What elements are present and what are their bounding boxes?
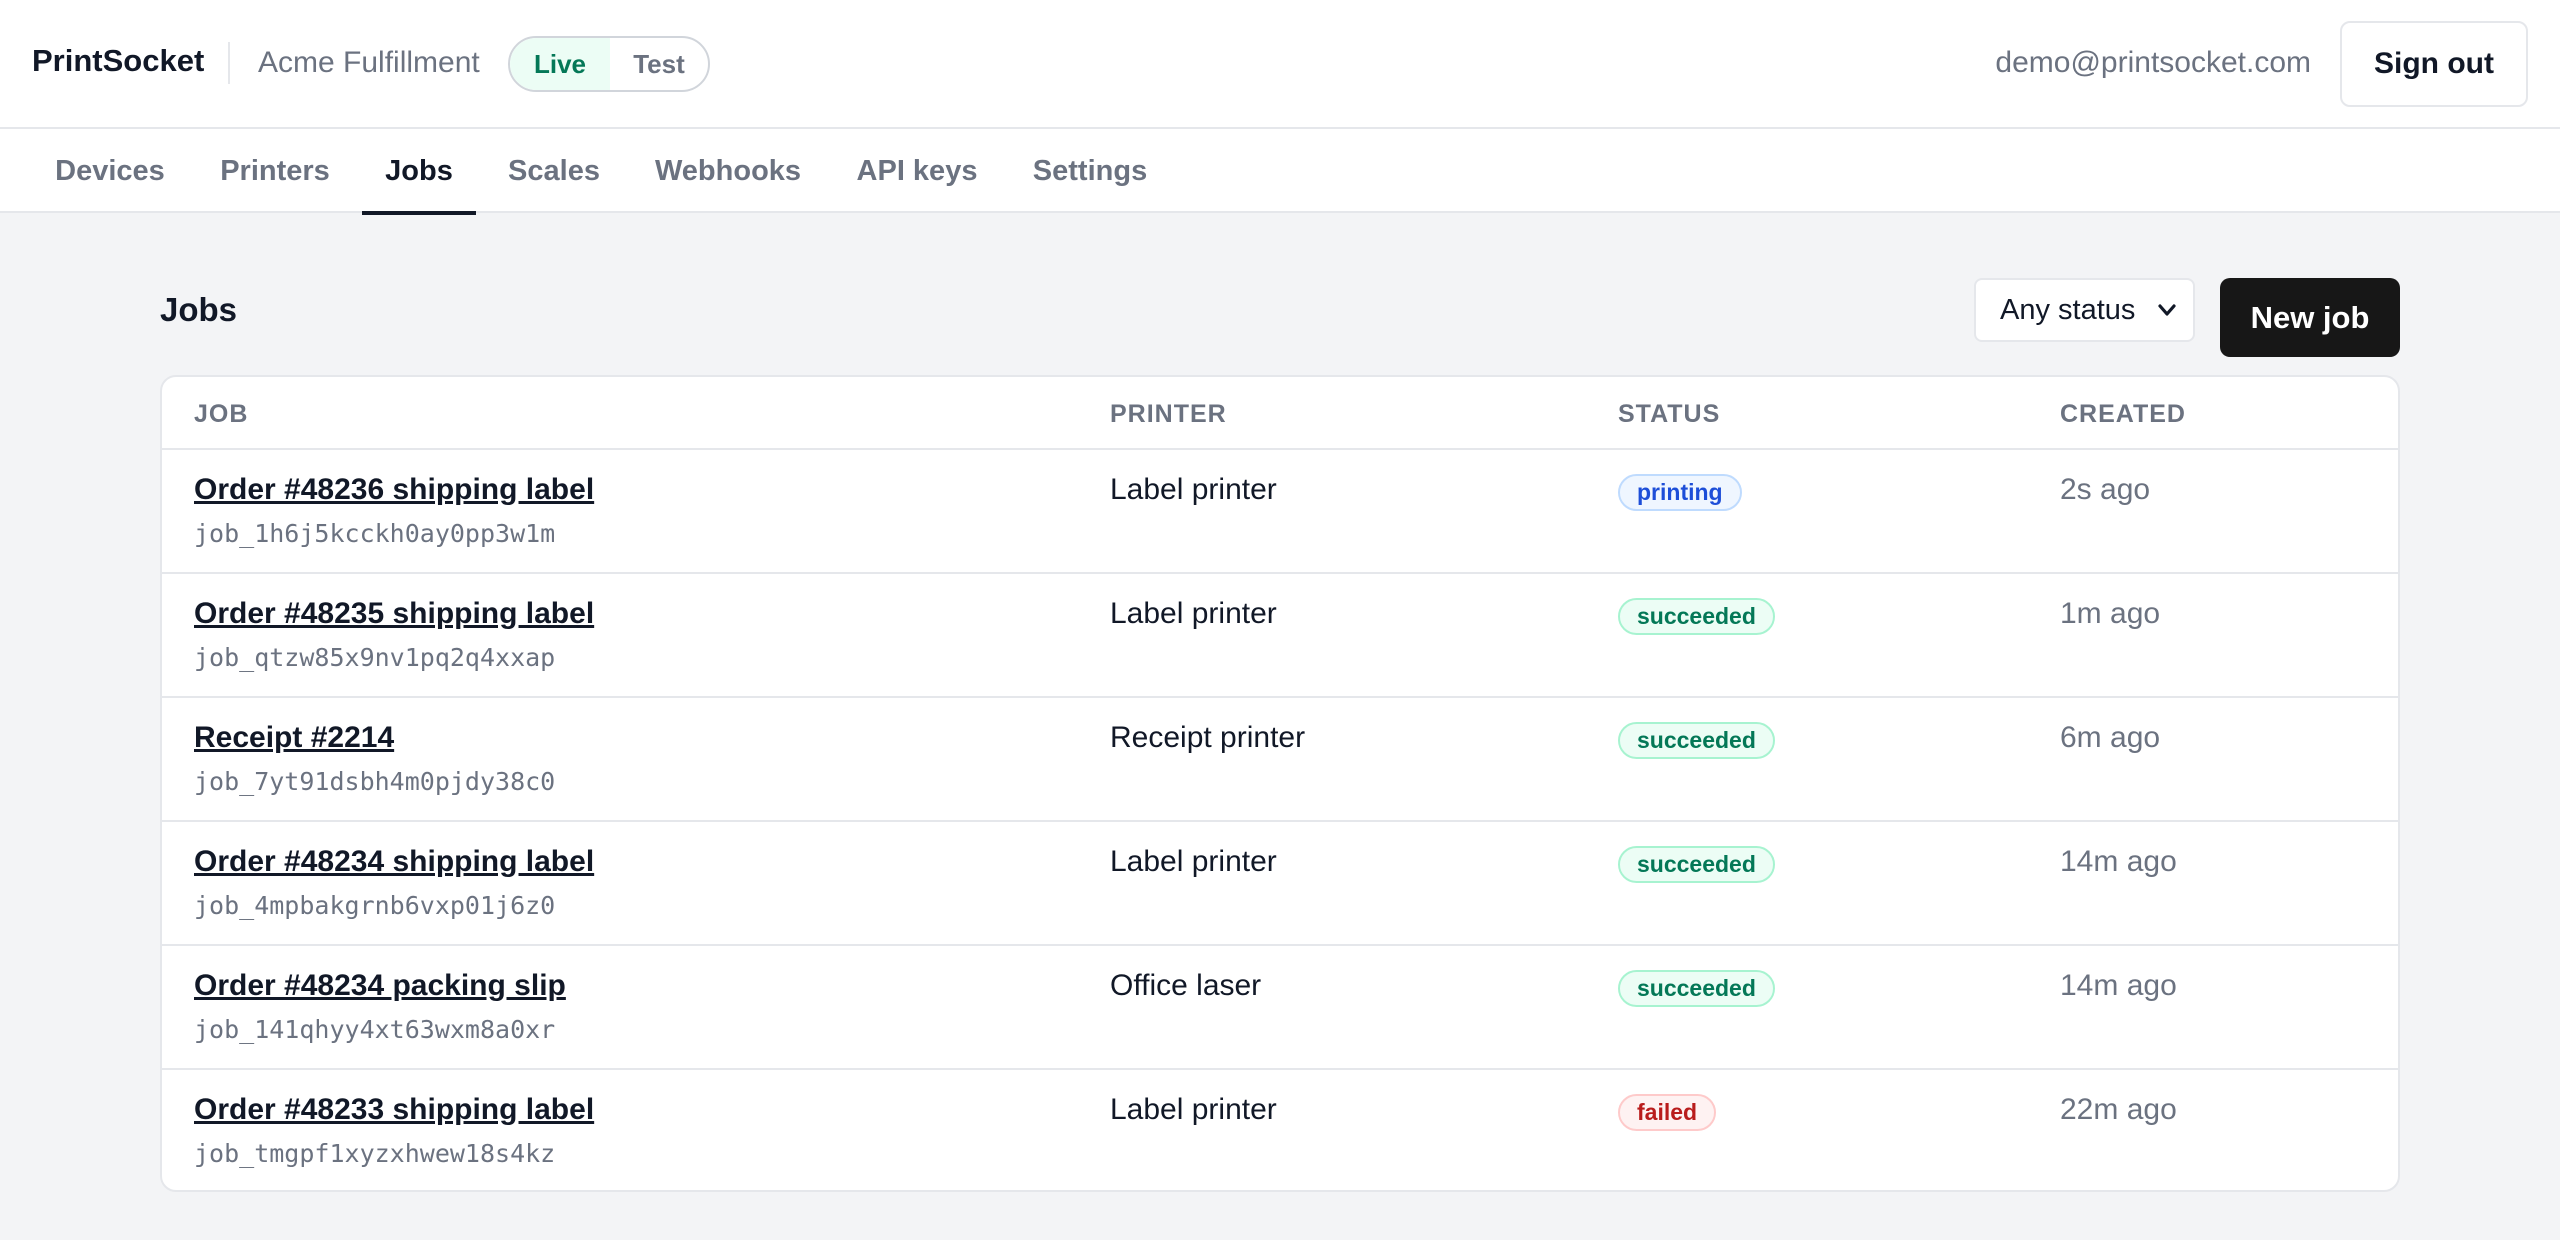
table-row[interactable]: Order #48234 shipping label job_4mpbakgr… [162,822,2398,946]
job-id: job_7yt91dsbh4m0pjdy38c0 [194,767,556,796]
page-title: Jobs [160,291,238,328]
live-test-toggle: Live Test [508,36,710,92]
job-title-link[interactable]: Order #48235 shipping label [194,596,594,632]
created-time: 6m ago [2060,721,2161,754]
column-header-job: JOB [194,400,249,428]
status-filter-value: Any status [2000,293,2136,326]
tab-devices[interactable]: Devices [55,129,165,213]
job-title-link[interactable]: Order #48233 shipping label [194,1092,594,1128]
printer-name: Label printer [1110,597,1277,630]
tab-api-keys[interactable]: API keys [856,129,978,213]
main-nav-tabs: Devices Printers Jobs Scales Webhooks AP… [0,129,2560,215]
job-id: job_141qhyy4xt63wxm8a0xr [194,1015,556,1044]
job-id: job_qtzw85x9nv1pq2q4xxap [194,643,556,672]
job-id: job_1h6j5kcckh0ay0pp3w1m [194,519,556,548]
table-row[interactable]: Order #48235 shipping label job_qtzw85x9… [162,574,2398,698]
printer-name: Label printer [1110,845,1277,878]
job-id: job_4mpbakgrnb6vxp01j6z0 [194,891,556,920]
created-time: 1m ago [2060,597,2161,630]
status-badge: succeeded [1618,846,1775,883]
user-email: demo@printsocket.com [1995,46,2311,79]
tab-scales[interactable]: Scales [508,129,600,213]
table-row[interactable]: Receipt #2214 job_7yt91dsbh4m0pjdy38c0 R… [162,698,2398,822]
status-badge: succeeded [1618,598,1775,635]
column-header-printer: PRINTER [1110,400,1227,428]
mode-test-option[interactable]: Test [610,38,708,90]
top-bar: PrintSocket Acme Fulfillment Live Test d… [0,0,2560,129]
printer-name: Label printer [1110,473,1277,506]
job-title-link[interactable]: Order #48234 shipping label [194,844,594,880]
status-badge: failed [1618,1094,1717,1131]
status-filter-select[interactable]: Any status [1974,278,2195,342]
created-time: 22m ago [2060,1093,2177,1126]
status-badge: succeeded [1618,722,1775,759]
column-header-created: CREATED [2060,400,2186,428]
job-title-link[interactable]: Order #48234 packing slip [194,968,566,1004]
mode-live-option[interactable]: Live [510,38,610,90]
new-job-button[interactable]: New job [2220,278,2400,357]
column-header-status: STATUS [1618,400,1721,428]
created-time: 2s ago [2060,473,2151,506]
table-row[interactable]: Order #48233 shipping label job_tmgpf1xy… [162,1070,2398,1190]
brand-logo[interactable]: PrintSocket [32,43,204,79]
divider [228,42,230,84]
tab-webhooks[interactable]: Webhooks [655,129,801,213]
created-time: 14m ago [2060,969,2177,1002]
printer-name: Label printer [1110,1093,1277,1126]
status-badge: succeeded [1618,970,1775,1007]
table-header: JOB PRINTER STATUS CREATED [162,377,2398,450]
organization-name: Acme Fulfillment [258,46,480,79]
table-row[interactable]: Order #48234 packing slip job_141qhyy4xt… [162,946,2398,1070]
table-row[interactable]: Order #48236 shipping label job_1h6j5kcc… [162,450,2398,574]
job-title-link[interactable]: Receipt #2214 [194,720,394,756]
created-time: 14m ago [2060,845,2177,878]
jobs-table: JOB PRINTER STATUS CREATED Order #48236 … [160,375,2400,1192]
job-title-link[interactable]: Order #48236 shipping label [194,472,594,508]
status-badge: printing [1618,474,1742,511]
tab-printers[interactable]: Printers [220,129,330,213]
chevron-down-icon [2158,304,2176,316]
printer-name: Receipt printer [1110,721,1306,754]
tab-jobs[interactable]: Jobs [362,129,476,215]
tab-settings[interactable]: Settings [1033,129,1147,213]
job-id: job_tmgpf1xyzxhwew18s4kz [194,1139,556,1168]
printer-name: Office laser [1110,969,1262,1002]
sign-out-button[interactable]: Sign out [2340,21,2528,107]
